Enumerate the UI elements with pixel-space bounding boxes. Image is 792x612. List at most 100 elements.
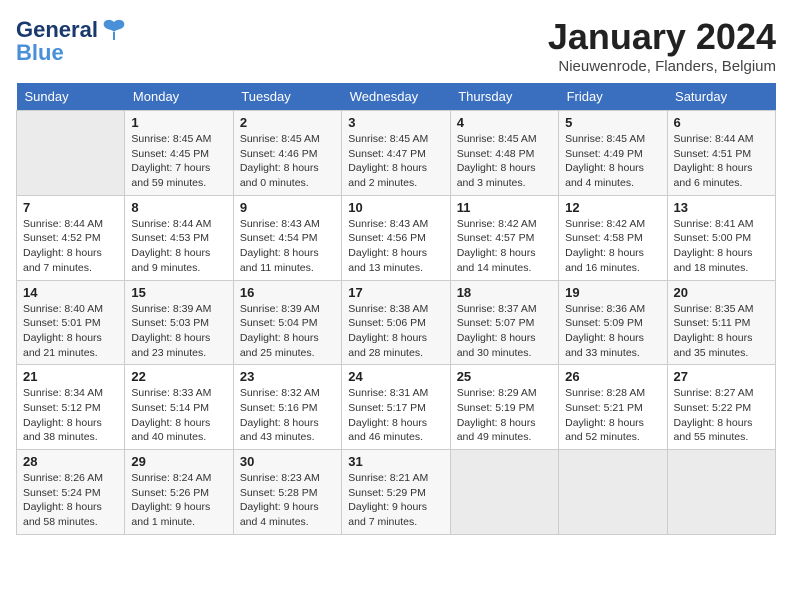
- day-number: 30: [240, 454, 335, 469]
- calendar-cell: [667, 450, 775, 535]
- calendar-cell: 9 Sunrise: 8:43 AM Sunset: 4:54 PM Daylig…: [233, 195, 341, 280]
- col-header-saturday: Saturday: [667, 83, 775, 111]
- calendar-cell: 16Sunrise: 8:39 AM Sunset: 5:04 PM Dayli…: [233, 280, 341, 365]
- day-number: 10: [348, 200, 443, 215]
- day-info: Sunrise: 8:45 AM Sunset: 4:48 PM Dayligh…: [457, 132, 552, 191]
- logo-blue: Blue: [16, 40, 64, 66]
- calendar-cell: 19 Sunrise: 8:36 AM Sunset: 5:09 PM Dayli…: [559, 280, 667, 365]
- calendar-week-row: 1 Sunrise: 8:45 AM Sunset: 4:45 PM Daylig…: [17, 111, 776, 196]
- day-number: 5: [565, 115, 660, 130]
- calendar-cell: 15 Sunrise: 8:39 AM Sunset: 5:03 PM Dayli…: [125, 280, 233, 365]
- page-header: General Blue January 2024 Nieuwenrode, F…: [16, 16, 776, 75]
- day-number: 9: [240, 200, 335, 215]
- calendar-week-row: 14 Sunrise: 8:40 AM Sunset: 5:01 PM Dayli…: [17, 280, 776, 365]
- day-info: Sunrise: 8:24 AM Sunset: 5:26 PM Dayligh…: [131, 471, 226, 530]
- calendar-cell: 2Sunrise: 8:45 AM Sunset: 4:46 PM Daylig…: [233, 111, 341, 196]
- calendar-cell: 3 Sunrise: 8:45 AM Sunset: 4:47 PM Daylig…: [342, 111, 450, 196]
- day-number: 14: [23, 285, 118, 300]
- calendar-cell: 26 Sunrise: 8:28 AM Sunset: 5:21 PM Dayli…: [559, 365, 667, 450]
- day-info: Sunrise: 8:43 AM Sunset: 4:56 PM Dayligh…: [348, 217, 443, 276]
- day-info: Sunrise: 8:32 AM Sunset: 5:16 PM Dayligh…: [240, 386, 335, 445]
- day-number: 15: [131, 285, 226, 300]
- calendar-cell: 27Sunrise: 8:27 AM Sunset: 5:22 PM Dayli…: [667, 365, 775, 450]
- day-info: Sunrise: 8:29 AM Sunset: 5:19 PM Dayligh…: [457, 386, 552, 445]
- col-header-thursday: Thursday: [450, 83, 558, 111]
- day-number: 28: [23, 454, 118, 469]
- calendar-cell: 10 Sunrise: 8:43 AM Sunset: 4:56 PM Dayli…: [342, 195, 450, 280]
- day-info: Sunrise: 8:23 AM Sunset: 5:28 PM Dayligh…: [240, 471, 335, 530]
- calendar-cell: [559, 450, 667, 535]
- day-info: Sunrise: 8:44 AM Sunset: 4:52 PM Dayligh…: [23, 217, 118, 276]
- day-info: Sunrise: 8:28 AM Sunset: 5:21 PM Dayligh…: [565, 386, 660, 445]
- day-number: 23: [240, 369, 335, 384]
- calendar-cell: 20 Sunrise: 8:35 AM Sunset: 5:11 PM Dayli…: [667, 280, 775, 365]
- day-number: 31: [348, 454, 443, 469]
- day-number: 6: [674, 115, 769, 130]
- day-number: 21: [23, 369, 118, 384]
- location: Nieuwenrode, Flanders, Belgium: [548, 58, 776, 75]
- day-info: Sunrise: 8:34 AM Sunset: 5:12 PM Dayligh…: [23, 386, 118, 445]
- col-header-wednesday: Wednesday: [342, 83, 450, 111]
- day-number: 1: [131, 115, 226, 130]
- col-header-tuesday: Tuesday: [233, 83, 341, 111]
- day-number: 18: [457, 285, 552, 300]
- calendar-cell: 8 Sunrise: 8:44 AM Sunset: 4:53 PM Daylig…: [125, 195, 233, 280]
- day-info: Sunrise: 8:38 AM Sunset: 5:06 PM Dayligh…: [348, 302, 443, 361]
- day-info: Sunrise: 8:43 AM Sunset: 4:54 PM Dayligh…: [240, 217, 335, 276]
- calendar-cell: 17Sunrise: 8:38 AM Sunset: 5:06 PM Dayli…: [342, 280, 450, 365]
- calendar-cell: 13 Sunrise: 8:41 AM Sunset: 5:00 PM Dayli…: [667, 195, 775, 280]
- day-info: Sunrise: 8:41 AM Sunset: 5:00 PM Dayligh…: [674, 217, 769, 276]
- col-header-sunday: Sunday: [17, 83, 125, 111]
- day-number: 29: [131, 454, 226, 469]
- day-number: 4: [457, 115, 552, 130]
- day-number: 8: [131, 200, 226, 215]
- calendar-cell: [17, 111, 125, 196]
- day-info: Sunrise: 8:36 AM Sunset: 5:09 PM Dayligh…: [565, 302, 660, 361]
- calendar-cell: 18Sunrise: 8:37 AM Sunset: 5:07 PM Dayli…: [450, 280, 558, 365]
- day-number: 7: [23, 200, 118, 215]
- calendar-cell: 4 Sunrise: 8:45 AM Sunset: 4:48 PM Daylig…: [450, 111, 558, 196]
- calendar-cell: 23 Sunrise: 8:32 AM Sunset: 5:16 PM Dayli…: [233, 365, 341, 450]
- day-info: Sunrise: 8:26 AM Sunset: 5:24 PM Dayligh…: [23, 471, 118, 530]
- calendar-cell: 5 Sunrise: 8:45 AM Sunset: 4:49 PM Daylig…: [559, 111, 667, 196]
- calendar-cell: 6 Sunrise: 8:44 AM Sunset: 4:51 PM Daylig…: [667, 111, 775, 196]
- day-info: Sunrise: 8:45 AM Sunset: 4:46 PM Dayligh…: [240, 132, 335, 191]
- logo: General Blue: [16, 16, 128, 66]
- calendar-week-row: 21 Sunrise: 8:34 AM Sunset: 5:12 PM Dayli…: [17, 365, 776, 450]
- day-info: Sunrise: 8:33 AM Sunset: 5:14 PM Dayligh…: [131, 386, 226, 445]
- day-info: Sunrise: 8:42 AM Sunset: 4:58 PM Dayligh…: [565, 217, 660, 276]
- col-header-monday: Monday: [125, 83, 233, 111]
- day-number: 3: [348, 115, 443, 130]
- logo-bird-icon: [100, 16, 128, 44]
- day-info: Sunrise: 8:45 AM Sunset: 4:49 PM Dayligh…: [565, 132, 660, 191]
- day-number: 19: [565, 285, 660, 300]
- day-info: Sunrise: 8:35 AM Sunset: 5:11 PM Dayligh…: [674, 302, 769, 361]
- calendar-cell: 25Sunrise: 8:29 AM Sunset: 5:19 PM Dayli…: [450, 365, 558, 450]
- day-number: 12: [565, 200, 660, 215]
- month-title: January 2024: [548, 16, 776, 58]
- day-info: Sunrise: 8:44 AM Sunset: 4:53 PM Dayligh…: [131, 217, 226, 276]
- day-info: Sunrise: 8:42 AM Sunset: 4:57 PM Dayligh…: [457, 217, 552, 276]
- title-block: January 2024 Nieuwenrode, Flanders, Belg…: [548, 16, 776, 75]
- calendar-cell: 1 Sunrise: 8:45 AM Sunset: 4:45 PM Daylig…: [125, 111, 233, 196]
- day-number: 24: [348, 369, 443, 384]
- calendar-cell: 21 Sunrise: 8:34 AM Sunset: 5:12 PM Dayli…: [17, 365, 125, 450]
- calendar-cell: 29 Sunrise: 8:24 AM Sunset: 5:26 PM Dayli…: [125, 450, 233, 535]
- calendar-header-row: SundayMondayTuesdayWednesdayThursdayFrid…: [17, 83, 776, 111]
- day-info: Sunrise: 8:40 AM Sunset: 5:01 PM Dayligh…: [23, 302, 118, 361]
- calendar-cell: 7 Sunrise: 8:44 AM Sunset: 4:52 PM Daylig…: [17, 195, 125, 280]
- day-number: 11: [457, 200, 552, 215]
- day-info: Sunrise: 8:45 AM Sunset: 4:47 PM Dayligh…: [348, 132, 443, 191]
- day-info: Sunrise: 8:45 AM Sunset: 4:45 PM Dayligh…: [131, 132, 226, 191]
- calendar-cell: 24Sunrise: 8:31 AM Sunset: 5:17 PM Dayli…: [342, 365, 450, 450]
- day-number: 26: [565, 369, 660, 384]
- calendar-cell: [450, 450, 558, 535]
- day-number: 22: [131, 369, 226, 384]
- calendar-cell: 28 Sunrise: 8:26 AM Sunset: 5:24 PM Dayli…: [17, 450, 125, 535]
- day-number: 20: [674, 285, 769, 300]
- calendar-cell: 11 Sunrise: 8:42 AM Sunset: 4:57 PM Dayli…: [450, 195, 558, 280]
- day-info: Sunrise: 8:39 AM Sunset: 5:03 PM Dayligh…: [131, 302, 226, 361]
- day-info: Sunrise: 8:27 AM Sunset: 5:22 PM Dayligh…: [674, 386, 769, 445]
- day-info: Sunrise: 8:44 AM Sunset: 4:51 PM Dayligh…: [674, 132, 769, 191]
- day-number: 13: [674, 200, 769, 215]
